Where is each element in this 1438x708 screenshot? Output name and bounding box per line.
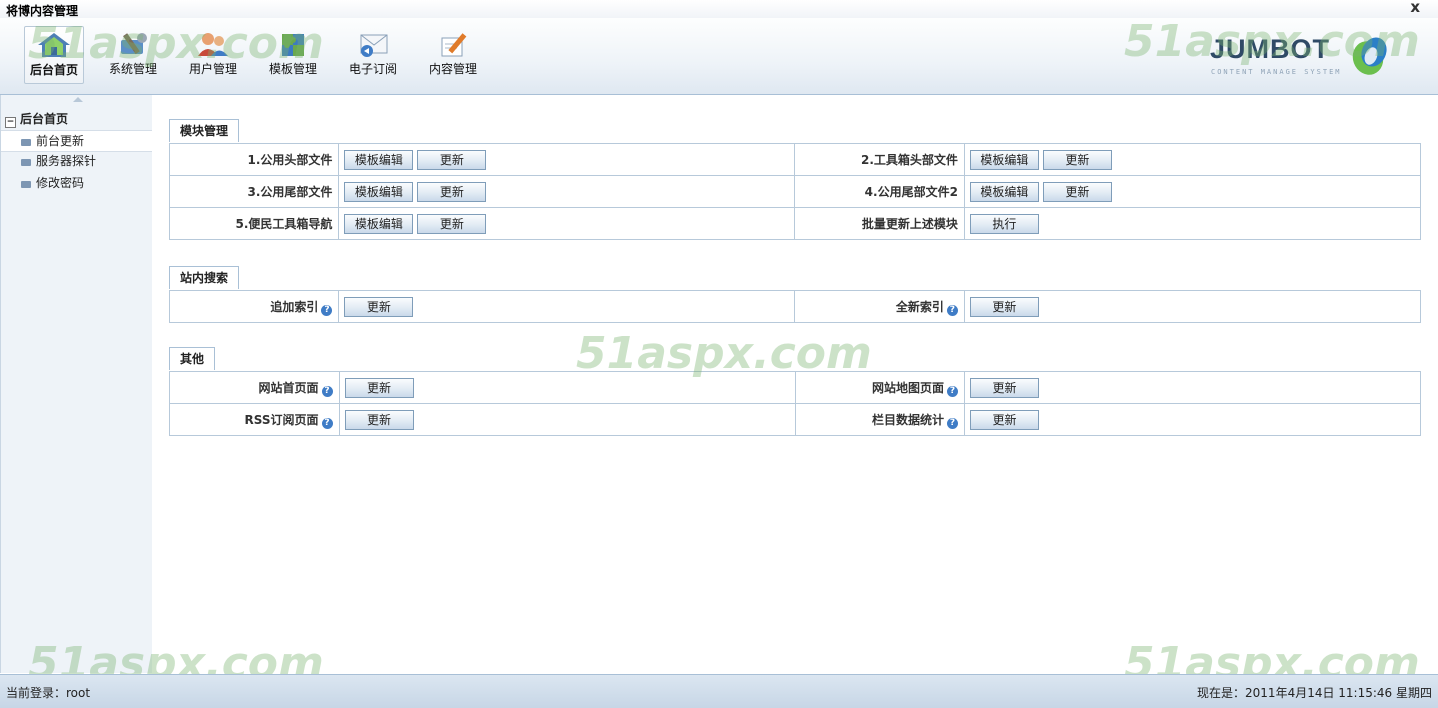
table-row: 1.公用头部文件 模板编辑 更新 2.工具箱头部文件 模板编辑 更新 xyxy=(168,143,1422,176)
update-button[interactable]: 更新 xyxy=(1042,149,1112,170)
status-bar: 当前登录：root 现在是：2011年4月14日 11:15:46 星期四 xyxy=(0,674,1438,708)
help-icon[interactable]: ? xyxy=(946,304,958,316)
tree-collapse-icon[interactable]: − xyxy=(5,117,16,128)
section-tab-other: 其他 xyxy=(169,347,216,370)
nav-home-label: 后台首页 xyxy=(29,63,78,77)
sidebar-item-frontend-update[interactable]: 前台更新 xyxy=(1,130,152,152)
template-edit-button[interactable]: 模板编辑 xyxy=(969,181,1039,202)
sidebar-item-label: 服务器探针 xyxy=(36,154,97,168)
module-table: 1.公用头部文件 模板编辑 更新 2.工具箱头部文件 模板编辑 更新 3.公用尾部文… xyxy=(168,143,1422,240)
row-label: 批量更新上述模块 xyxy=(794,207,965,240)
logo-swirl-icon xyxy=(1352,37,1387,75)
update-button[interactable]: 更新 xyxy=(969,409,1039,430)
row-label: 5.便民工具箱导航 xyxy=(168,207,340,240)
home-icon xyxy=(38,33,70,57)
nav-templates[interactable]: 模板管理 xyxy=(264,26,322,82)
nav-users-label: 用户管理 xyxy=(188,62,237,76)
top-toolbar: 后台首页 系统管理 用户管理 模板管理 电子订阅 内容管理 JUMBOT CON… xyxy=(0,18,1438,95)
table-row: 3.公用尾部文件 模板编辑 更新 4.公用尾部文件2 模板编辑 更新 xyxy=(168,175,1422,208)
update-button[interactable]: 更新 xyxy=(344,377,414,398)
row-label: 全新索引 xyxy=(895,299,944,314)
nav-templates-label: 模板管理 xyxy=(268,62,317,76)
window-title: 将博内容管理 xyxy=(6,4,79,18)
login-status: 当前登录：root xyxy=(6,686,91,700)
search-table: 追加索引? 更新 全新索引? 更新 xyxy=(168,290,1422,323)
update-button[interactable]: 更新 xyxy=(1042,181,1112,202)
table-row: RSS订阅页面? 更新 栏目数据统计? 更新 xyxy=(169,403,1422,436)
sidebar-root-home[interactable]: − 后台首页 xyxy=(5,110,68,128)
folder-icon xyxy=(21,139,31,146)
template-edit-button[interactable]: 模板编辑 xyxy=(969,149,1039,170)
main-content: 模块管理 1.公用头部文件 模板编辑 更新 2.工具箱头部文件 模板编辑 更新 3.… xyxy=(152,95,1438,673)
nav-home[interactable]: 后台首页 xyxy=(24,26,84,84)
users-icon xyxy=(198,33,228,56)
sidebar-root-label: 后台首页 xyxy=(20,112,69,126)
logo-tagline: CONTENT MANAGE SYSTEM xyxy=(1211,68,1342,76)
nav-content[interactable]: 内容管理 xyxy=(424,26,482,82)
title-bar: 将博内容管理 x xyxy=(0,0,1438,18)
edit-icon xyxy=(441,33,467,57)
update-button[interactable]: 更新 xyxy=(417,149,487,170)
mail-icon xyxy=(360,34,388,57)
folder-icon xyxy=(21,159,31,166)
table-row: 网站首页面? 更新 网站地图页面? 更新 xyxy=(169,371,1422,404)
other-table: 网站首页面? 更新 网站地图页面? 更新 RSS订阅页面? 更新 栏目数据统计?… xyxy=(169,371,1422,436)
help-icon[interactable]: ? xyxy=(946,417,958,429)
logo-brand: JUMBOT xyxy=(1210,34,1330,64)
row-label: 2.工具箱头部文件 xyxy=(794,143,965,176)
row-label: 追加索引 xyxy=(270,299,319,314)
table-row: 追加索引? 更新 全新索引? 更新 xyxy=(168,290,1422,323)
help-icon[interactable]: ? xyxy=(321,304,333,316)
nav-content-label: 内容管理 xyxy=(428,62,477,76)
template-edit-button[interactable]: 模板编辑 xyxy=(344,149,414,170)
nav-system[interactable]: 系统管理 xyxy=(104,26,162,82)
update-button[interactable]: 更新 xyxy=(344,409,414,430)
sidebar-item-change-password[interactable]: 修改密码 xyxy=(1,173,152,193)
folder-icon xyxy=(21,181,31,188)
nav-subscription-label: 电子订阅 xyxy=(348,62,397,76)
template-edit-button[interactable]: 模板编辑 xyxy=(344,181,414,202)
update-button[interactable]: 更新 xyxy=(969,377,1039,398)
row-label: 网站首页面 xyxy=(258,380,319,395)
update-button[interactable]: 更新 xyxy=(344,296,414,317)
nav-users[interactable]: 用户管理 xyxy=(184,26,242,82)
row-label: 1.公用头部文件 xyxy=(168,143,340,176)
row-label: 4.公用尾部文件2 xyxy=(794,175,965,208)
help-icon[interactable]: ? xyxy=(321,417,333,429)
tools-icon xyxy=(121,33,147,55)
puzzle-icon xyxy=(282,34,304,56)
sidebar-item-label: 前台更新 xyxy=(36,134,85,148)
update-button[interactable]: 更新 xyxy=(417,213,487,234)
update-button[interactable]: 更新 xyxy=(417,181,487,202)
row-label: RSS订阅页面 xyxy=(244,412,319,427)
jumbot-logo: JUMBOT CONTENT MANAGE SYSTEM xyxy=(1208,34,1398,86)
help-icon[interactable]: ? xyxy=(321,385,333,397)
update-button[interactable]: 更新 xyxy=(969,296,1039,317)
table-row: 5.便民工具箱导航 模板编辑 更新 批量更新上述模块 执行 xyxy=(168,207,1422,240)
execute-button[interactable]: 执行 xyxy=(969,213,1039,234)
collapse-grip-icon[interactable] xyxy=(73,97,83,102)
section-tab-site-search: 站内搜索 xyxy=(169,266,240,289)
current-time: 现在是：2011年4月14日 11:15:46 星期四 xyxy=(1197,686,1432,700)
close-icon[interactable]: x xyxy=(1410,0,1420,16)
template-edit-button[interactable]: 模板编辑 xyxy=(344,213,414,234)
row-label: 3.公用尾部文件 xyxy=(168,175,340,208)
sidebar-item-server-probe[interactable]: 服务器探针 xyxy=(1,151,152,171)
sidebar: − 后台首页 前台更新 服务器探针 修改密码 xyxy=(0,95,153,673)
nav-subscription[interactable]: 电子订阅 xyxy=(344,26,402,82)
nav-system-label: 系统管理 xyxy=(108,62,157,76)
row-label: 栏目数据统计 xyxy=(871,412,944,427)
sidebar-item-label: 修改密码 xyxy=(36,176,85,190)
row-label: 网站地图页面 xyxy=(871,380,944,395)
help-icon[interactable]: ? xyxy=(946,385,958,397)
section-tab-module-management: 模块管理 xyxy=(169,119,240,142)
